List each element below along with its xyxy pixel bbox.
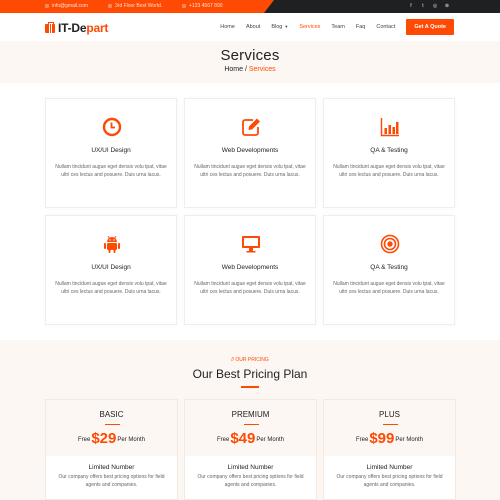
main-nav: Home About Blog ▼ Services Team Faq Conta… [220,19,454,35]
nav-faq[interactable]: Faq [356,24,365,30]
pricing-subtitle: // OUR PRICING [231,357,269,363]
breadcrumb-current: Services [248,66,276,73]
service-card[interactable]: QA & Testing Nullam tincidunt augue eget… [323,98,455,208]
plan-divider [105,424,120,426]
top-bar-phone[interactable]: +123 4567 890 [182,3,223,9]
pricing-title: Our Best Pricing Plan [192,367,308,381]
title-underline [241,386,259,388]
breadcrumb-home[interactable]: Home [224,66,243,73]
plan-name: PREMIUM [231,410,270,419]
plan-feature-title: Limited Number [88,464,135,471]
facebook-icon[interactable]: f [408,3,414,10]
top-bar-email[interactable]: info@gmail.com [45,3,88,9]
plan-feature-desc: Our company offers best pricing options … [336,474,443,488]
briefcase-icon [45,21,55,33]
service-description: Nullam tincidunt augue eget densis volu … [55,281,167,295]
plan-price: Free$99Per Month [355,430,424,447]
service-title: Web Developments [221,147,279,154]
site-header: IT-Depart Home About Blog ▼ Services Team… [0,13,500,41]
monitor-icon [242,236,260,253]
twitter-icon[interactable]: t [420,3,426,10]
instagram-icon[interactable]: ◎ [432,3,438,10]
nav-contact[interactable]: Contact [376,24,395,30]
plan-features: Limited Number Our company offers best p… [185,456,316,499]
service-card[interactable]: Web Developments Nullam tincidunt augue … [184,215,316,325]
social-links: f t ◎ ⊗ [408,3,450,10]
dribbble-icon[interactable]: ⊗ [444,3,450,10]
pricing-plan-basic: BASIC Free$29Per Month Limited Number Ou… [45,399,178,500]
plan-price: Free$49Per Month [216,430,285,447]
plan-divider [383,424,398,426]
service-title: Web Developments [221,264,279,271]
service-title: UX/UI Design [91,147,131,154]
page-title-band: Services Home / Services [0,41,500,83]
service-card[interactable]: UX/UI Design Nullam tincidunt augue eget… [45,98,177,208]
plan-feature-title: Limited Number [366,464,413,471]
target-icon [380,234,400,254]
edit-icon [242,118,260,136]
android-icon [104,235,120,253]
top-bar: info@gmail.com 3rd Floor Best World. +12… [0,0,500,13]
plan-feature-title: Limited Number [227,464,274,471]
breadcrumb: Home / Services [224,66,276,73]
service-title: QA & Testing [370,147,408,154]
service-description: Nullam tincidunt augue eget densis volu … [55,164,167,178]
service-card[interactable]: UX/UI Design Nullam tincidunt augue eget… [45,215,177,325]
clock-icon [102,117,122,137]
plan-divider [244,424,259,426]
plan-features: Limited Number Our company offers best p… [324,456,455,499]
logo-text: IT-Depart [58,21,109,35]
logo[interactable]: IT-Depart [45,21,108,35]
map-marker-icon [108,4,112,8]
service-card[interactable]: QA & Testing Nullam tincidunt augue eget… [323,215,455,325]
nav-blog[interactable]: Blog ▼ [271,24,288,30]
page-title: Services [220,47,280,64]
plan-name: PLUS [379,410,400,419]
caret-down-icon: ▼ [284,24,289,29]
nav-services[interactable]: Services [299,24,320,30]
get-a-quote-button[interactable]: Get A Quote [406,19,454,35]
plan-price: Free$29Per Month [77,430,146,447]
service-description: Nullam tincidunt augue eget densis volu … [194,281,306,295]
service-title: QA & Testing [370,264,408,271]
plan-feature-desc: Our company offers best pricing options … [197,474,304,488]
service-description: Nullam tincidunt augue eget densis volu … [333,164,445,178]
nav-team[interactable]: Team [331,24,344,30]
nav-about[interactable]: About [246,24,260,30]
plan-feature-desc: Our company offers best pricing options … [58,474,165,488]
pricing-plan-plus: PLUS Free$99Per Month Limited Number Our… [323,399,456,500]
envelope-icon [45,4,49,8]
bar-chart-icon [380,118,399,137]
top-bar-address: 3rd Floor Best World. [108,3,162,9]
service-description: Nullam tincidunt augue eget densis volu … [333,281,445,295]
nav-home[interactable]: Home [220,24,235,30]
service-card[interactable]: Web Developments Nullam tincidunt augue … [184,98,316,208]
service-description: Nullam tincidunt augue eget densis volu … [194,164,306,178]
pricing-plan-premium: PREMIUM Free$49Per Month Limited Number … [184,399,317,500]
plan-name: BASIC [99,410,124,419]
service-title: UX/UI Design [91,264,131,271]
plan-features: Limited Number Our company offers best p… [46,456,177,499]
phone-icon [182,4,186,8]
